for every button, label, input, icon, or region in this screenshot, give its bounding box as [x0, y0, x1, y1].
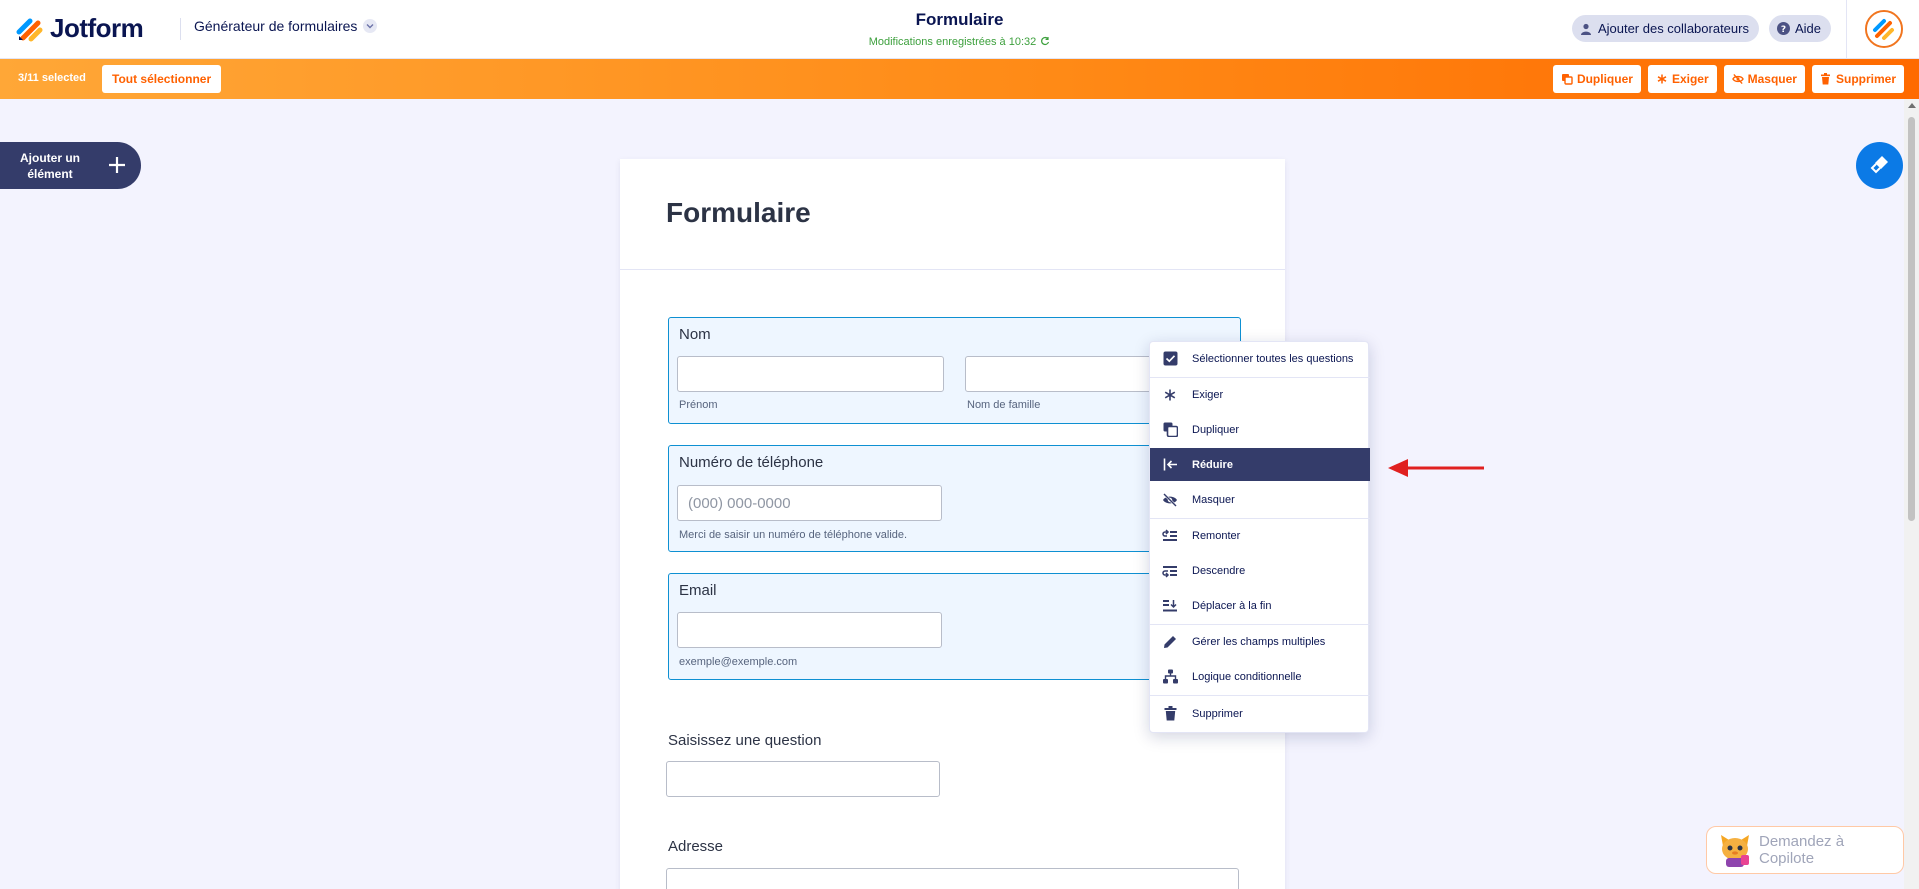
- phone-placeholder: (000) 000-0000: [688, 494, 791, 512]
- menu-item-label: Dupliquer: [1192, 423, 1240, 436]
- menu-item-conditional-logic[interactable]: Logique conditionnelle: [1150, 660, 1370, 693]
- user-icon: [1580, 22, 1593, 35]
- scroll-up-arrow-icon[interactable]: [1908, 103, 1916, 108]
- form-header[interactable]: Formulaire: [620, 159, 1285, 270]
- menu-item-label: Sélectionner toutes les questions: [1192, 352, 1354, 365]
- add-collaborators-button[interactable]: Ajouter des collaborateurs: [1571, 15, 1759, 42]
- menu-item-select-all-questions[interactable]: Sélectionner toutes les questions: [1150, 342, 1370, 375]
- help-label: Aide: [1794, 21, 1821, 36]
- select-all-button[interactable]: Tout sélectionner: [102, 65, 222, 93]
- add-element-label: Ajouter un élément: [20, 150, 80, 181]
- page-scrollbar[interactable]: [1904, 99, 1919, 889]
- address-input[interactable]: [666, 868, 1239, 889]
- address-label[interactable]: Adresse: [668, 838, 723, 855]
- first-name-input[interactable]: [677, 356, 944, 392]
- copilot-button[interactable]: Demandez à Copilote: [1706, 826, 1904, 874]
- menu-item-move-to-end[interactable]: Déplacer à la fin: [1150, 589, 1370, 622]
- menu-divider: [1150, 695, 1370, 696]
- menu-item-move-down[interactable]: Descendre: [1150, 554, 1370, 587]
- duplicate-icon: [1561, 73, 1573, 85]
- move-to-end-icon: [1162, 598, 1178, 614]
- eye-off-icon: [1162, 492, 1178, 508]
- menu-item-shrink[interactable]: Réduire: [1150, 448, 1370, 481]
- menu-item-label: Logique conditionnelle: [1192, 670, 1302, 683]
- menu-item-label: Gérer les champs multiples: [1192, 635, 1326, 648]
- phone-input[interactable]: (000) 000-0000: [677, 485, 942, 521]
- avatar[interactable]: [1865, 10, 1903, 48]
- top-header: Jotform Générateur de formulaires Formul…: [0, 0, 1919, 59]
- menu-item-label: Exiger: [1192, 388, 1224, 401]
- selection-toolbar: 3/11 selected Tout sélectionner Duplique…: [0, 59, 1919, 99]
- eye-off-icon: [1731, 73, 1744, 85]
- avatar-logo-icon: [1867, 12, 1901, 46]
- header-right-divider: [1846, 0, 1847, 59]
- require-label: Exiger: [1671, 72, 1709, 86]
- move-up-icon: [1162, 528, 1178, 544]
- hide-button[interactable]: Masquer: [1723, 65, 1805, 93]
- selection-count: 3/11 selected: [18, 72, 86, 84]
- first-name-sublabel: Prénom: [679, 399, 718, 411]
- menu-item-label: Remonter: [1192, 529, 1241, 542]
- menu-item-move-up[interactable]: Remonter: [1150, 519, 1370, 552]
- add-collaborators-label: Ajouter des collaborateurs: [1597, 21, 1749, 36]
- trash-icon: [1820, 73, 1832, 85]
- menu-item-delete[interactable]: Supprimer: [1150, 697, 1370, 730]
- duplicate-label: Dupliquer: [1576, 72, 1633, 86]
- phone-sublabel: Merci de saisir un numéro de téléphone v…: [679, 529, 908, 541]
- header-actions: Ajouter des collaborateurs ? Aide: [1571, 15, 1831, 42]
- menu-item-label: Descendre: [1192, 564, 1246, 577]
- move-down-icon: [1162, 563, 1178, 579]
- paint-roller-icon: [1869, 153, 1891, 179]
- help-icon: ?: [1776, 22, 1790, 35]
- form-title[interactable]: Formulaire: [666, 197, 811, 229]
- hide-label: Masquer: [1747, 72, 1797, 86]
- save-status-text: Modifications enregistrées à 10:32: [868, 36, 1037, 48]
- menu-item-label: Supprimer: [1192, 707, 1243, 720]
- require-button[interactable]: Exiger: [1647, 65, 1717, 93]
- menu-item-manage-multiple-fields[interactable]: Gérer les champs multiples: [1150, 625, 1370, 658]
- refresh-icon[interactable]: [1040, 36, 1050, 49]
- asterisk-icon: [1656, 73, 1668, 85]
- menu-item-label: Déplacer à la fin: [1192, 599, 1272, 612]
- form-designer-button[interactable]: [1856, 142, 1903, 189]
- help-button[interactable]: ? Aide: [1768, 15, 1831, 42]
- pencil-icon: [1162, 634, 1178, 650]
- delete-button[interactable]: Supprimer: [1811, 65, 1904, 93]
- question-input[interactable]: [666, 761, 940, 797]
- duplicate-button[interactable]: Dupliquer: [1552, 65, 1641, 93]
- menu-item-label: Masquer: [1192, 493, 1235, 506]
- trash-icon: [1162, 706, 1178, 722]
- name-label: Nom: [679, 326, 711, 343]
- question-label[interactable]: Saisissez une question: [668, 732, 821, 749]
- delete-label: Supprimer: [1835, 72, 1896, 86]
- phone-label: Numéro de téléphone: [679, 454, 824, 471]
- duplicate-icon: [1162, 422, 1178, 438]
- annotation-arrow-icon: [1386, 455, 1486, 481]
- email-input[interactable]: [677, 612, 942, 648]
- save-status: Modifications enregistrées à 10:32: [869, 36, 1051, 49]
- checkbox-checked-icon: [1162, 351, 1178, 367]
- add-element-button[interactable]: Ajouter un élément: [0, 142, 141, 189]
- menu-item-label: Réduire: [1192, 458, 1233, 471]
- email-sublabel: exemple@exemple.com: [679, 656, 798, 668]
- email-label: Email: [679, 582, 717, 599]
- last-name-sublabel: Nom de famille: [967, 399, 1041, 411]
- copilot-label: Demandez à Copilote: [1759, 833, 1845, 867]
- context-menu: Sélectionner toutes les questions Exiger…: [1149, 341, 1370, 733]
- copilot-avatar-icon: [1715, 828, 1755, 872]
- menu-item-duplicate[interactable]: Dupliquer: [1150, 413, 1370, 446]
- menu-item-require[interactable]: Exiger: [1150, 378, 1370, 411]
- menu-item-hide[interactable]: Masquer: [1150, 483, 1370, 516]
- selection-actions: Dupliquer Exiger Masquer Supprimer: [1552, 65, 1904, 93]
- plus-icon: [105, 153, 129, 177]
- asterisk-icon: [1162, 387, 1178, 403]
- scrollbar-thumb[interactable]: [1908, 117, 1915, 521]
- svg-text:?: ?: [1781, 25, 1786, 35]
- sitemap-icon: [1162, 669, 1178, 685]
- shrink-icon: [1162, 457, 1178, 473]
